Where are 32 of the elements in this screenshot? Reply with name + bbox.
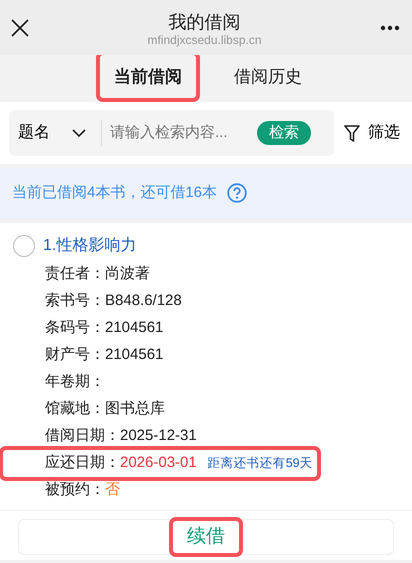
- tab[interactable]: 借阅历史: [220, 55, 316, 98]
- field-value: 否: [105, 481, 120, 500]
- help-icon[interactable]: [227, 183, 248, 203]
- search-field[interactable]: 题名 请输入检索内容... 检索: [9, 110, 334, 156]
- filter-icon: [344, 124, 360, 142]
- close-icon[interactable]: [11, 18, 29, 36]
- field-value: 2025-12-31: [120, 427, 197, 446]
- select-checkbox[interactable]: [13, 235, 35, 257]
- field-value: 2026-03-01: [120, 454, 197, 473]
- field-label: 索书号：: [45, 292, 105, 311]
- field-value: 2104561: [105, 346, 164, 365]
- more-icon[interactable]: [380, 24, 400, 30]
- due-note: 距离还书还有59天: [208, 456, 313, 472]
- field-label: 责任者：: [45, 265, 105, 284]
- field-label: 馆藏地：: [45, 400, 105, 419]
- field-label: 条码号：: [45, 319, 105, 338]
- field-label: 应还日期：: [45, 454, 120, 473]
- field-value: 尚波著: [105, 265, 150, 284]
- window-title: 我的借阅: [168, 11, 240, 33]
- field-label: 借阅日期：: [45, 427, 120, 446]
- field-label: 年卷期：: [45, 373, 105, 392]
- field-value: 2104561: [105, 319, 164, 338]
- chevron-icon: [72, 129, 86, 137]
- field-label: 财产号：: [45, 346, 105, 365]
- field-value: 图书总库: [105, 400, 165, 419]
- url-text: mfindjxcsedu.libsp.cn: [147, 33, 262, 48]
- book-title[interactable]: 1.性格影响力: [43, 236, 136, 256]
- filter-button[interactable]: 筛选: [344, 123, 400, 143]
- field-dropdown[interactable]: 题名: [9, 123, 101, 143]
- notice-text: 当前已借阅4本书，还可借16本: [12, 184, 218, 202]
- field-value: B848.6/128: [105, 292, 182, 311]
- field-label: 被预约：: [45, 481, 105, 500]
